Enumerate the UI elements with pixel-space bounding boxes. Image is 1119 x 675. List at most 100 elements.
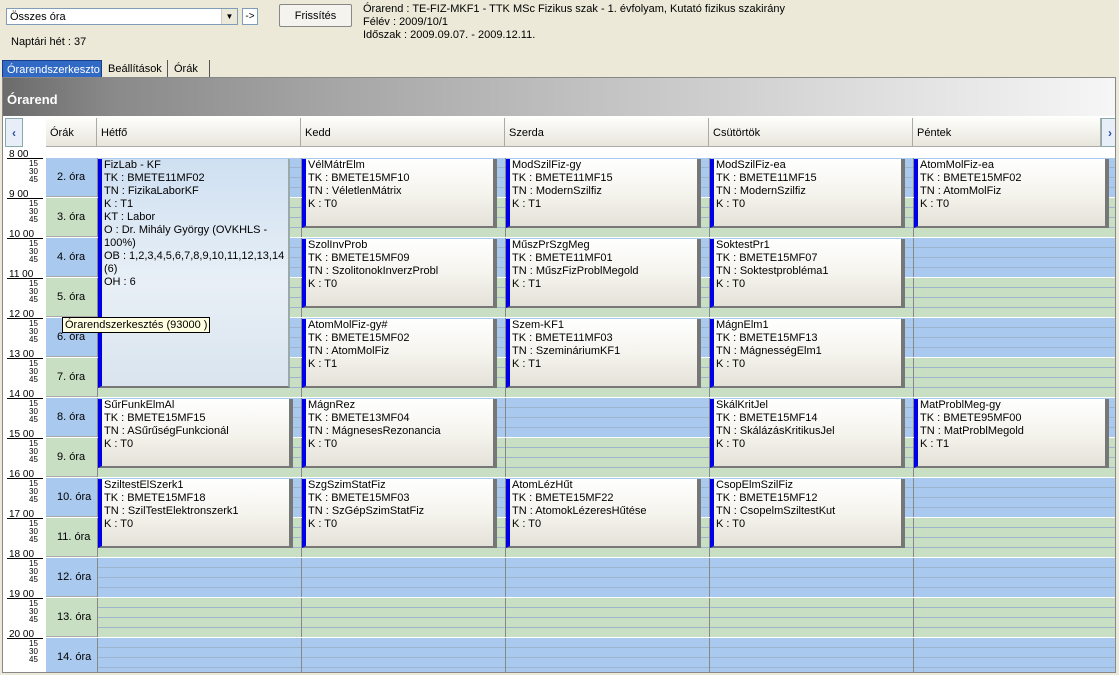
time-label-quarter: 45 — [29, 335, 38, 344]
course-block-line: TK : BMETE15MF10 — [308, 172, 410, 184]
course-block[interactable]: MágnRez TK : BMETE13MF04 TN : MágnesesRezo… — [302, 399, 497, 468]
next-week-button[interactable]: › — [1101, 118, 1115, 147]
time-label-quarter: 45 — [29, 535, 38, 544]
course-block-line: TN : AtomMolFiz — [920, 185, 1002, 197]
timetable-cell[interactable] — [505, 438, 709, 477]
course-block[interactable]: AtomMolFiz-gy# TK : BMETE15MF02 TN : AtomM… — [302, 319, 497, 388]
timetable-cell[interactable] — [913, 518, 1115, 557]
course-block-line: TN : SzemináriumKF1 — [512, 345, 621, 357]
chevron-down-icon[interactable]: ▼ — [221, 9, 237, 24]
time-label-quarter: 45 — [29, 215, 38, 224]
course-block-line: TK : BMETE11MF15 — [512, 172, 613, 184]
course-block[interactable]: Szem-KF1 TK : BMETE11MF03 TN : Szeminárium… — [506, 319, 701, 388]
time-label-quarter: 45 — [29, 415, 38, 424]
tab-timetable-editor[interactable]: Órarendszerkeszto — [2, 60, 102, 78]
course-block-line: SziltestElSzerk1 — [104, 479, 184, 491]
course-block[interactable]: SzgSzimStatFiz TK : BMETE15MF03 TN : SzGép… — [302, 479, 497, 548]
course-block-line: MágnRez — [308, 399, 356, 411]
course-block-line: AtomMolFiz-gy# — [308, 319, 388, 331]
timetable-cell[interactable] — [913, 598, 1115, 637]
timetable-cell[interactable] — [505, 398, 709, 437]
course-block[interactable]: AtomLézHűt TK : BMETE15MF22 TN : AtomokLéz… — [506, 479, 701, 548]
timetable-cell[interactable] — [505, 638, 709, 672]
timetable-cell[interactable] — [301, 598, 505, 637]
course-block-line: TK : BMETE11MF15 — [716, 172, 817, 184]
course-block-line: VélMátrElm — [308, 159, 365, 171]
course-block-line: TN : MűszFizProblMegold — [512, 265, 639, 277]
course-block-line: K : T0 — [308, 278, 338, 290]
timetable-cell[interactable] — [913, 638, 1115, 672]
course-block-line: TN : SkálázásKritikusJel — [716, 425, 835, 437]
course-block[interactable]: SűrFunkElmAl TK : BMETE15MF15 TN : ASűrűsé… — [98, 399, 293, 468]
timetable-cell[interactable] — [97, 558, 301, 597]
course-block-line: TN : SzolitonokInverzProbl — [308, 265, 439, 277]
course-block-line: TK : BMETE13MF04 — [308, 412, 410, 424]
course-block[interactable]: SoktestPr1 TK : BMETE15MF07 TN : Soktestpr… — [710, 239, 905, 308]
course-block-line: TK : BMETE11MF01 — [512, 252, 613, 264]
course-block[interactable]: VélMátrElm TK : BMETE15MF10 TN : VéletlenM… — [302, 159, 497, 228]
course-block-line: TK : BMETE15MF03 — [308, 492, 410, 504]
time-label-quarter: 45 — [29, 575, 38, 584]
course-block-line: K : T0 — [716, 198, 746, 210]
timetable-cell[interactable] — [913, 318, 1115, 357]
timetable-cell[interactable] — [709, 598, 913, 637]
course-block[interactable]: SzolInvProb TK : BMETE15MF09 TN : Szoliton… — [302, 239, 497, 308]
timetable-cell[interactable] — [913, 358, 1115, 397]
course-block-line: TK : BMETE11MF03 — [512, 332, 613, 344]
timetable-cell[interactable] — [709, 638, 913, 672]
course-block[interactable]: SziltestElSzerk1 TK : BMETE15MF18 TN : Szi… — [98, 479, 293, 548]
course-block-line: TN : ASűrűségFunkcionál — [104, 425, 229, 437]
timetable-cell[interactable] — [97, 638, 301, 672]
hour-slot-label: 10. óra — [46, 478, 98, 517]
course-block[interactable]: ModSzilFiz-ea TK : BMETE11MF15 TN : Modern… — [710, 159, 905, 228]
prev-week-button[interactable]: ‹ — [5, 118, 23, 147]
day-header-wednesday: Szerda — [505, 118, 709, 147]
course-block-line: TK : BMETE15MF02 — [308, 332, 410, 344]
course-block-line: K : T0 — [512, 518, 542, 530]
timetable-panel: Órarend ‹ Órák Hétfő Kedd Szerda Csütört… — [2, 77, 1116, 673]
course-block[interactable]: MágnElm1 TK : BMETE15MF13 TN : MágnességEl… — [710, 319, 905, 388]
course-block-line: K : T0 — [308, 198, 338, 210]
course-block-line: Szem-KF1 — [512, 319, 564, 331]
course-block[interactable]: MatProblMeg-gy TK : BMETE95MF00 TN : MatPr… — [914, 399, 1109, 468]
course-block-line: ModSzilFiz-gy — [512, 159, 582, 171]
course-filter-value: Összes óra — [10, 11, 66, 23]
course-block[interactable]: AtomMolFiz-ea TK : BMETE15MF02 TN : AtomMo… — [914, 159, 1109, 228]
timetable-cell[interactable] — [505, 598, 709, 637]
timetable-banner: Órarend — [3, 78, 1115, 116]
course-block[interactable]: SkálKritJel TK : BMETE15MF14 TN : Skálázás… — [710, 399, 905, 468]
refresh-button[interactable]: Frissítés — [279, 4, 352, 27]
time-label-quarter: 45 — [29, 655, 38, 664]
course-block-line: SkálKritJel — [716, 399, 768, 411]
course-block-line: OH : 6 — [104, 276, 136, 288]
tab-settings[interactable]: Beállítások — [104, 60, 168, 78]
course-block-line: TK : BMETE15MF15 — [104, 412, 206, 424]
tab-hours[interactable]: Órák — [170, 60, 210, 78]
timetable-cell[interactable] — [505, 558, 709, 597]
course-block[interactable]: CsopElmSzilFiz TK : BMETE15MF12 TN : Csope… — [710, 479, 905, 548]
timetable-cell[interactable] — [913, 478, 1115, 517]
time-label-quarter: 45 — [29, 615, 38, 624]
course-block-line: TK : BMETE15MF07 — [716, 252, 818, 264]
course-block-line: K : T1 — [512, 198, 542, 210]
course-block-line: TN : MatProblMegold — [920, 425, 1024, 437]
go-button[interactable]: -> — [242, 8, 258, 25]
course-block-line: K : T0 — [308, 518, 338, 530]
timetable-cell[interactable] — [913, 238, 1115, 277]
course-block[interactable]: ModSzilFiz-gy TK : BMETE11MF15 TN : Modern… — [506, 159, 701, 228]
timetable-cell[interactable] — [709, 558, 913, 597]
course-filter-combo[interactable]: Összes óra ▼ — [6, 8, 238, 25]
course-block-line: TK : BMETE15MF09 — [308, 252, 410, 264]
timetable-cell[interactable] — [301, 558, 505, 597]
course-block-line: TK : BMETE11MF02 — [104, 172, 205, 184]
timetable-cell[interactable] — [913, 558, 1115, 597]
course-block[interactable]: FizLab - KF TK : BMETE11MF02 TN : FizikaLa… — [98, 159, 290, 388]
course-block-line: FizLab - KF — [104, 159, 161, 171]
timetable-cell[interactable] — [97, 598, 301, 637]
time-label-quarter: 45 — [29, 495, 38, 504]
hour-slot-label: 13. óra — [46, 598, 98, 637]
timetable-cell[interactable] — [913, 278, 1115, 317]
timetable-cell[interactable] — [301, 638, 505, 672]
course-block[interactable]: MűszPrSzgMeg TK : BMETE11MF01 TN : MűszFiz… — [506, 239, 701, 308]
hour-slot-label: 9. óra — [46, 438, 98, 477]
